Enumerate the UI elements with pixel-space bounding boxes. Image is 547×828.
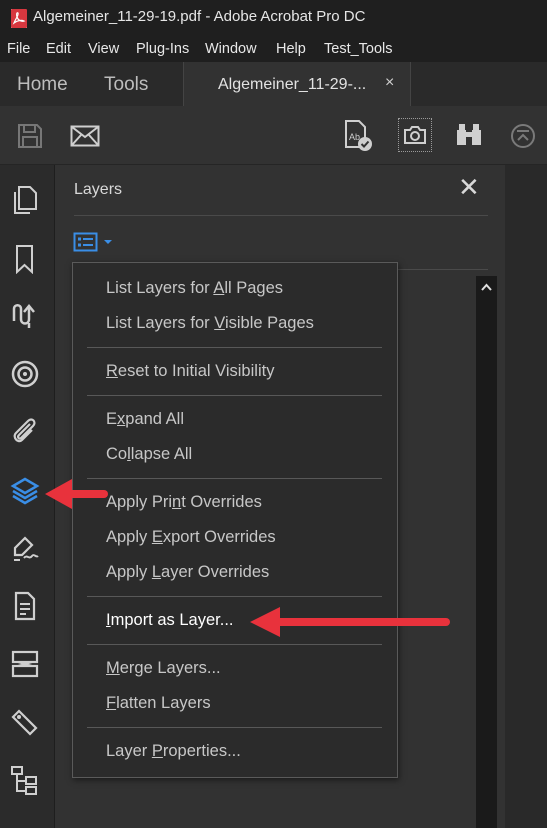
menu-separator [87, 395, 382, 396]
page-thumbnails-icon[interactable] [10, 185, 40, 215]
menu-item-flatten-layers[interactable]: Flatten Layers [106, 694, 211, 713]
navigation-rail [0, 165, 55, 828]
menu-item-merge-layers[interactable]: Merge Layers... [106, 659, 221, 678]
check-spelling-icon[interactable]: Ab [344, 120, 374, 152]
save-icon[interactable] [17, 123, 43, 149]
panel-divider [74, 215, 488, 216]
tags-icon[interactable] [10, 708, 40, 738]
close-panel-button[interactable]: ✕ [458, 174, 480, 200]
snapshot-button[interactable] [398, 118, 432, 152]
camera-icon [404, 126, 426, 144]
title-bar: Algemeiner_11-29-19.pdf - Adobe Acrobat … [0, 0, 547, 37]
document-tab-label: Algemeiner_11-29-... [218, 76, 367, 93]
close-tab-button[interactable]: × [385, 74, 394, 92]
bookmarks-icon[interactable] [10, 244, 40, 274]
compare-icon[interactable] [10, 649, 40, 679]
document-icon[interactable] [10, 591, 40, 621]
menu-item-expand-all[interactable]: Expand All [106, 410, 184, 429]
menu-item-reset-visibility[interactable]: Reset to Initial Visibility [106, 362, 274, 381]
menu-item-apply-layer-overrides[interactable]: Apply Layer Overrides [106, 563, 269, 582]
menu-separator [87, 644, 382, 645]
options-menu-icon[interactable] [73, 231, 117, 253]
tab-home[interactable]: Home [17, 74, 68, 96]
menu-window[interactable]: Window [205, 41, 257, 57]
scroll-up-icon[interactable] [476, 276, 497, 298]
menu-item-import-as-layer[interactable]: Import as Layer... [106, 611, 233, 630]
tab-tools[interactable]: Tools [104, 74, 148, 96]
menu-item-layer-properties[interactable]: Layer Properties... [106, 742, 241, 761]
svg-text:Ab: Ab [349, 132, 360, 142]
layers-icon[interactable] [10, 476, 40, 506]
menu-bar: File Edit View Plug-Ins Window Help Test… [0, 37, 547, 62]
menu-item-apply-print-overrides[interactable]: Apply Print Overrides [106, 493, 262, 512]
toolbar: Ab [0, 106, 547, 165]
menu-item-collapse-all[interactable]: Collapse All [106, 445, 192, 464]
destinations-icon[interactable] [10, 359, 40, 389]
menu-separator [87, 347, 382, 348]
find-binoculars-icon[interactable] [455, 123, 483, 147]
collapse-toolbar-icon[interactable] [510, 123, 536, 149]
email-icon[interactable] [70, 125, 100, 147]
document-area [505, 165, 547, 828]
layers-options-menu: List Layers for All Pages List Layers fo… [72, 262, 398, 778]
menu-file[interactable]: File [7, 41, 30, 57]
menu-view[interactable]: View [88, 41, 119, 57]
signatures-icon[interactable] [10, 301, 40, 331]
menu-plug-ins[interactable]: Plug-Ins [136, 41, 189, 57]
scrollbar[interactable] [476, 276, 497, 828]
tab-document[interactable]: Algemeiner_11-29-... × [183, 62, 411, 107]
menu-item-list-layers-all-pages[interactable]: List Layers for All Pages [106, 279, 283, 298]
attachments-icon[interactable] [10, 416, 40, 446]
menu-separator [87, 596, 382, 597]
menu-test-tools[interactable]: Test_Tools [324, 41, 393, 57]
menu-help[interactable]: Help [276, 41, 306, 57]
menu-separator [87, 727, 382, 728]
menu-item-list-layers-visible-pages[interactable]: List Layers for Visible Pages [106, 314, 314, 333]
fill-sign-icon[interactable] [10, 534, 40, 564]
tab-bar: Home Tools Algemeiner_11-29-... × [0, 62, 547, 107]
panel-title: Layers [74, 181, 123, 198]
menu-separator [87, 478, 382, 479]
menu-item-apply-export-overrides[interactable]: Apply Export Overrides [106, 528, 276, 547]
acrobat-pdf-icon [11, 9, 27, 28]
content-tree-icon[interactable] [10, 765, 40, 795]
menu-edit[interactable]: Edit [46, 41, 71, 57]
window-title: Algemeiner_11-29-19.pdf - Adobe Acrobat … [33, 8, 366, 25]
